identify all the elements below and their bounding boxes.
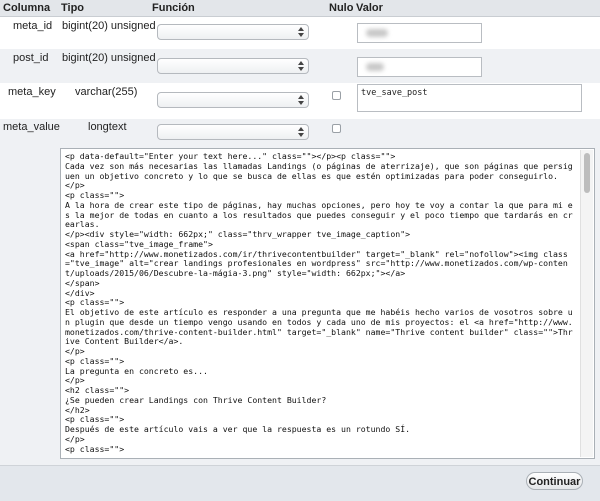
header-nulo: Nulo	[329, 2, 354, 14]
column-name: meta_value	[3, 121, 60, 133]
value-input-meta-id[interactable]	[357, 23, 482, 43]
function-select[interactable]	[157, 124, 309, 140]
value-textarea-meta-key[interactable]: tve_save_post	[357, 84, 582, 112]
redacted-value	[366, 63, 384, 71]
function-select[interactable]	[157, 92, 309, 108]
column-name: post_id	[13, 52, 49, 64]
table-row: meta_id bigint(20) unsigned	[0, 17, 600, 49]
header-tipo: Tipo	[61, 2, 85, 14]
select-arrows-icon	[298, 95, 304, 105]
select-arrows-icon	[298, 61, 304, 71]
column-type: bigint(20) unsigned	[62, 20, 156, 32]
function-select[interactable]	[157, 58, 309, 74]
header-funcion: Función	[152, 2, 195, 14]
null-checkbox[interactable]	[332, 124, 341, 133]
scrollbar-thumb[interactable]	[584, 153, 590, 193]
continue-button[interactable]: Continuar	[526, 472, 583, 490]
function-select[interactable]	[157, 24, 309, 40]
select-arrows-icon	[298, 127, 304, 137]
column-name: meta_id	[13, 20, 53, 32]
form-footer: Continuar	[0, 465, 600, 501]
table-row: post_id bigint(20) unsigned	[0, 49, 600, 83]
table-header: Columna Tipo Función Nulo Valor	[0, 0, 600, 17]
redacted-value	[366, 29, 388, 37]
column-type: varchar(255)	[75, 86, 138, 98]
header-valor: Valor	[356, 2, 383, 14]
textarea-content: <p data-default="Enter your text here...…	[65, 151, 573, 454]
null-checkbox[interactable]	[332, 91, 341, 100]
select-arrows-icon	[298, 27, 304, 37]
value-textarea-meta-value[interactable]: <p data-default="Enter your text here...…	[60, 148, 595, 459]
column-type: bigint(20) unsigned	[62, 52, 156, 64]
value-input-post-id[interactable]	[357, 57, 482, 77]
header-columna: Columna	[3, 2, 51, 14]
vertical-scrollbar[interactable]	[580, 150, 593, 457]
column-name: meta_key	[8, 86, 56, 98]
column-type: longtext	[88, 121, 127, 133]
